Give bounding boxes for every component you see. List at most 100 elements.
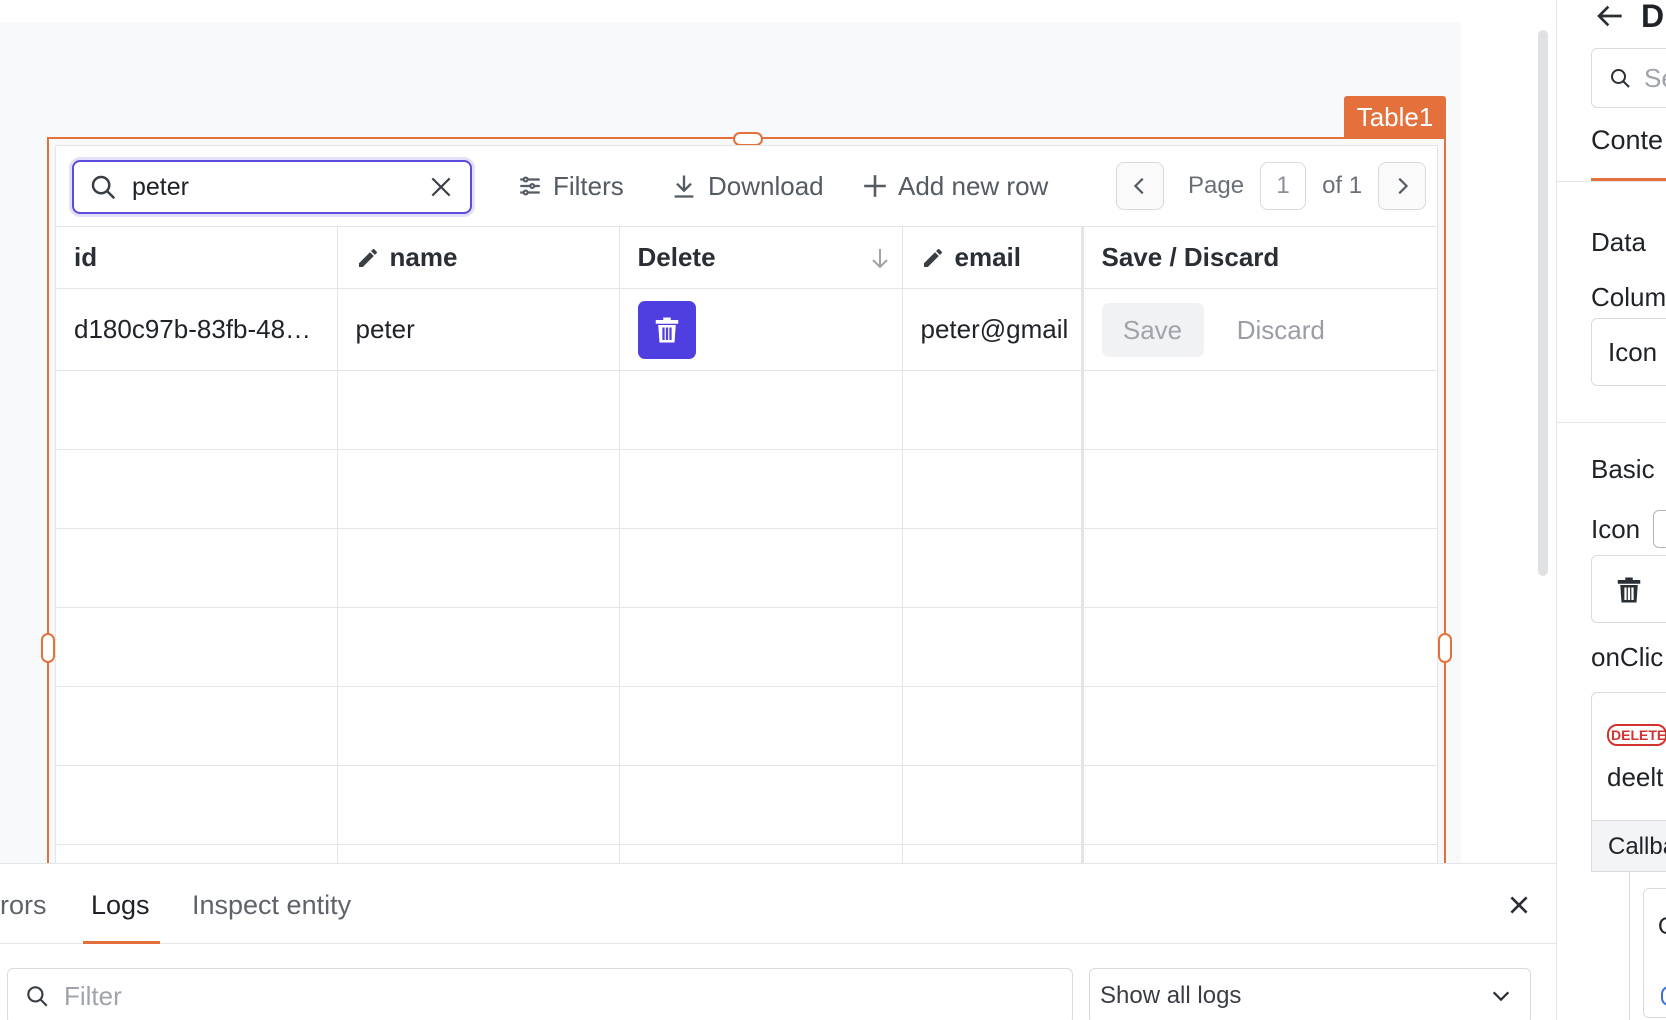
canvas-scrollbar[interactable] — [1538, 30, 1548, 576]
cell-email[interactable]: peter@gmail — [902, 288, 1083, 371]
download-button[interactable]: Download — [670, 166, 824, 206]
search-value[interactable]: peter — [132, 173, 428, 202]
on-success-label: Or — [1658, 913, 1666, 941]
empty-cell — [902, 370, 1083, 450]
empty-cell — [56, 370, 338, 450]
property-search-input[interactable]: Se — [1591, 48, 1666, 108]
canvas: Table1 peter Filters Download Add new ro… — [0, 0, 1556, 863]
resize-handle-left[interactable] — [41, 633, 55, 663]
empty-cell — [56, 765, 338, 845]
log-filter-input[interactable]: Filter — [7, 968, 1073, 1020]
empty-cell — [1080, 607, 1437, 687]
column-header-delete-label: Delete — [637, 242, 716, 272]
tab-inspect-entity[interactable]: Inspect entity — [192, 890, 351, 921]
filters-icon — [520, 176, 540, 196]
tab-errors[interactable]: rors — [0, 890, 47, 921]
empty-cell — [1080, 844, 1437, 863]
js-toggle[interactable] — [1653, 510, 1666, 548]
empty-cell — [1080, 449, 1437, 529]
empty-cell — [619, 528, 903, 608]
column-header-email[interactable]: email — [902, 226, 1083, 289]
prev-page-button[interactable] — [1116, 162, 1164, 210]
cell-name-text: peter — [355, 314, 415, 344]
sort-arrow-down-icon[interactable] — [868, 246, 892, 270]
column-type-value: Icon — [1608, 337, 1658, 367]
pencil-icon — [923, 248, 942, 267]
section-data-heading: Data — [1591, 227, 1646, 257]
column-header-id[interactable]: id — [56, 226, 338, 289]
empty-row — [56, 370, 1437, 450]
empty-cell — [902, 844, 1083, 863]
debugger-panel: rors Logs Inspect entity Filter Show all… — [0, 863, 1556, 1020]
empty-cell — [56, 607, 338, 687]
empty-cell — [619, 765, 903, 845]
cell-save-discard: Save Discard — [1080, 288, 1437, 371]
page-label: Page — [1188, 172, 1245, 199]
trash-icon — [655, 317, 678, 342]
empty-cell — [902, 528, 1083, 608]
plus-icon — [864, 175, 886, 197]
empty-cell — [902, 449, 1083, 529]
empty-cell — [902, 686, 1083, 766]
empty-cell — [337, 449, 620, 529]
empty-cell — [337, 844, 620, 863]
tab-logs[interactable]: Logs — [91, 890, 150, 921]
log-filter-placeholder: Filter — [64, 980, 122, 1011]
back-arrow-icon[interactable] — [1595, 0, 1627, 32]
empty-cell — [56, 686, 338, 766]
resize-handle-right[interactable] — [1438, 633, 1452, 663]
log-level-value: Show all logs — [1100, 982, 1242, 1009]
add-new-row-button[interactable]: Add new row — [862, 166, 1048, 206]
callbacks-header[interactable]: Callba — [1591, 820, 1666, 872]
divider — [1557, 422, 1666, 423]
column-header-delete[interactable]: Delete — [619, 226, 903, 289]
icon-picker[interactable]: t — [1591, 555, 1666, 623]
download-label: Download — [708, 170, 824, 201]
chevron-down-icon — [1492, 991, 1510, 1002]
active-tab-indicator — [83, 941, 160, 944]
table-row[interactable]: d180c97b-83fb-48… peter peter@gmail Save… — [56, 288, 1437, 371]
onclick-label: onClic — [1591, 642, 1664, 672]
empty-row — [56, 449, 1437, 529]
table-search-input[interactable]: peter — [72, 160, 472, 214]
empty-cell — [337, 686, 620, 766]
icon-property-label: Icon — [1591, 514, 1641, 544]
cell-id[interactable]: d180c97b-83fb-48… — [56, 288, 338, 371]
tab-content[interactable]: Conte — [1591, 125, 1663, 156]
query-name[interactable]: deelt — [1607, 762, 1663, 793]
cell-id-text: d180c97b-83fb-48… — [74, 314, 312, 344]
pagination: Page 1 of 1 — [1116, 162, 1427, 210]
empty-cell — [1080, 686, 1437, 766]
empty-cell — [619, 844, 903, 863]
log-level-select[interactable]: Show all logs — [1089, 968, 1531, 1020]
empty-cell — [337, 370, 620, 450]
filters-label: Filters — [553, 170, 624, 201]
empty-row — [56, 686, 1437, 766]
chevron-right-icon — [1398, 177, 1409, 195]
empty-row — [56, 607, 1437, 687]
table-grid: id name Delete email Save / Discard d180… — [56, 226, 1437, 863]
widget-name-tag[interactable]: Table1 — [1344, 96, 1446, 138]
empty-row — [56, 528, 1437, 608]
save-row-button[interactable]: Save — [1101, 302, 1204, 357]
close-icon[interactable] — [1506, 892, 1532, 918]
next-page-button[interactable] — [1378, 162, 1427, 210]
column-header-email-label: email — [954, 242, 1022, 272]
empty-cell — [619, 370, 903, 450]
filters-button[interactable]: Filters — [517, 166, 624, 206]
column-header-save-discard[interactable]: Save / Discard — [1080, 226, 1437, 289]
empty-cell — [56, 844, 338, 863]
cell-name[interactable]: peter — [337, 288, 620, 371]
clear-search-icon[interactable] — [428, 174, 454, 200]
empty-cell — [1080, 370, 1437, 450]
discard-row-button[interactable]: Discard — [1237, 315, 1325, 346]
debugger-tabs: rors Logs Inspect entity — [0, 864, 1556, 944]
column-header-name[interactable]: name — [337, 226, 620, 289]
column-type-dropdown[interactable]: Icon — [1591, 318, 1666, 386]
delete-row-button[interactable] — [637, 300, 696, 359]
page-number-input[interactable]: 1 — [1260, 162, 1307, 210]
download-icon — [674, 175, 694, 198]
delete-method-badge: DELETE — [1607, 724, 1666, 746]
resize-handle-top[interactable] — [733, 132, 763, 146]
property-search-placeholder: Se — [1644, 62, 1666, 93]
